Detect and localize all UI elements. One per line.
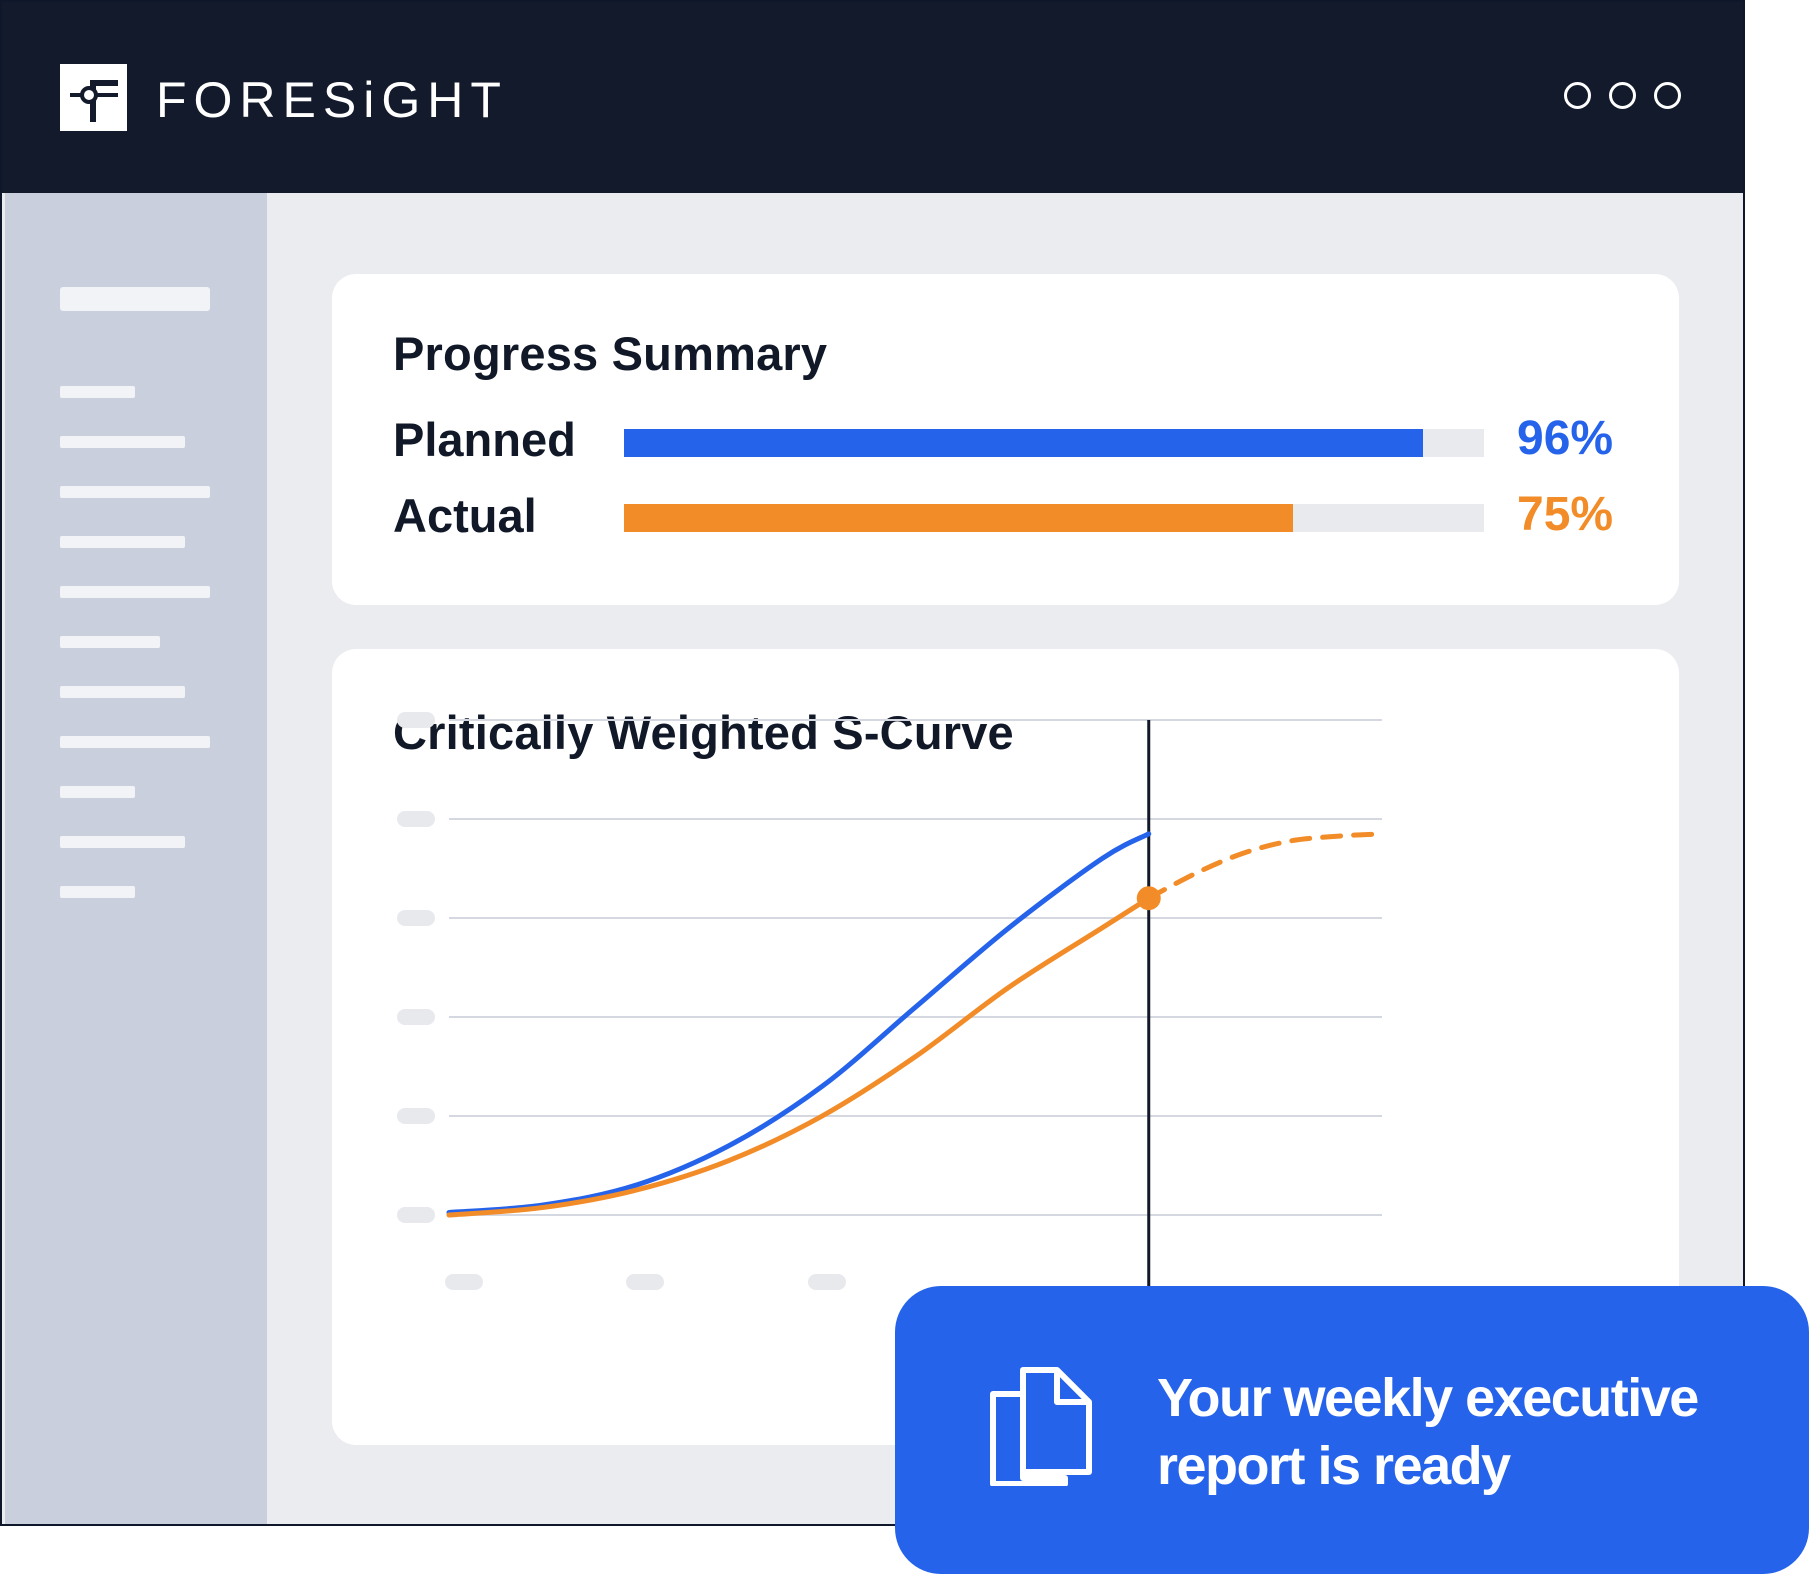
planned-curve [446, 831, 1152, 1216]
x-tick-label-placeholder [808, 1274, 846, 1290]
sidebar-item-placeholder[interactable] [60, 586, 210, 598]
title-bar: FORESiGHT [2, 2, 1743, 193]
window-controls [1564, 82, 1681, 109]
sidebar-item-placeholder[interactable] [60, 786, 135, 798]
x-tick-label-placeholder [445, 1274, 483, 1290]
report-ready-notification[interactable]: Your weekly executive report is ready [895, 1286, 1809, 1574]
document-icon [989, 1366, 1093, 1491]
sidebar-item-placeholder[interactable] [60, 536, 185, 548]
stage: FORESiGHT Progress Summary Planned 96% A… [0, 0, 1809, 1574]
progress-summary-card: Progress Summary Planned 96% Actual 75% [332, 274, 1679, 605]
window-control-dot[interactable] [1564, 82, 1591, 109]
sidebar-item-placeholder[interactable] [60, 486, 210, 498]
forecast-curve [1146, 831, 1385, 901]
sidebar [5, 193, 267, 1524]
foresight-logo-icon [60, 64, 127, 131]
sidebar-item-placeholder[interactable] [60, 836, 185, 848]
y-tick-label-placeholder [397, 811, 435, 827]
actual-progress-fill [624, 504, 1294, 532]
y-tick-label-placeholder [397, 1207, 435, 1223]
actual-percent: 75% [1517, 488, 1614, 541]
x-tick-label-placeholder [626, 1274, 664, 1290]
brand-name: FORESiGHT [156, 72, 508, 128]
y-tick-label-placeholder [397, 712, 435, 728]
sidebar-item-placeholder[interactable] [60, 886, 135, 898]
sidebar-item-placeholder[interactable] [60, 436, 185, 448]
planned-progress-fill [624, 429, 1423, 457]
y-tick-label-placeholder [397, 1009, 435, 1025]
actual-current-point [1136, 886, 1161, 911]
y-tick-label-placeholder [397, 910, 435, 926]
y-tick-label-placeholder [397, 1108, 435, 1124]
planned-progress-track [624, 429, 1484, 457]
actual-label: Actual [393, 489, 537, 542]
planned-percent: 96% [1517, 412, 1614, 465]
window-control-dot[interactable] [1609, 82, 1636, 109]
sidebar-item-placeholder[interactable] [60, 386, 135, 398]
sidebar-header-placeholder [60, 287, 210, 311]
actual-curve [446, 895, 1152, 1218]
actual-progress-track [624, 504, 1484, 532]
window-control-dot[interactable] [1654, 82, 1681, 109]
sidebar-item-placeholder[interactable] [60, 636, 160, 648]
planned-label: Planned [393, 413, 576, 466]
sidebar-item-placeholder[interactable] [60, 686, 185, 698]
sidebar-item-placeholder[interactable] [60, 736, 210, 748]
progress-summary-title: Progress Summary [393, 327, 828, 380]
notification-message: Your weekly executive report is ready [1157, 1368, 1699, 1496]
